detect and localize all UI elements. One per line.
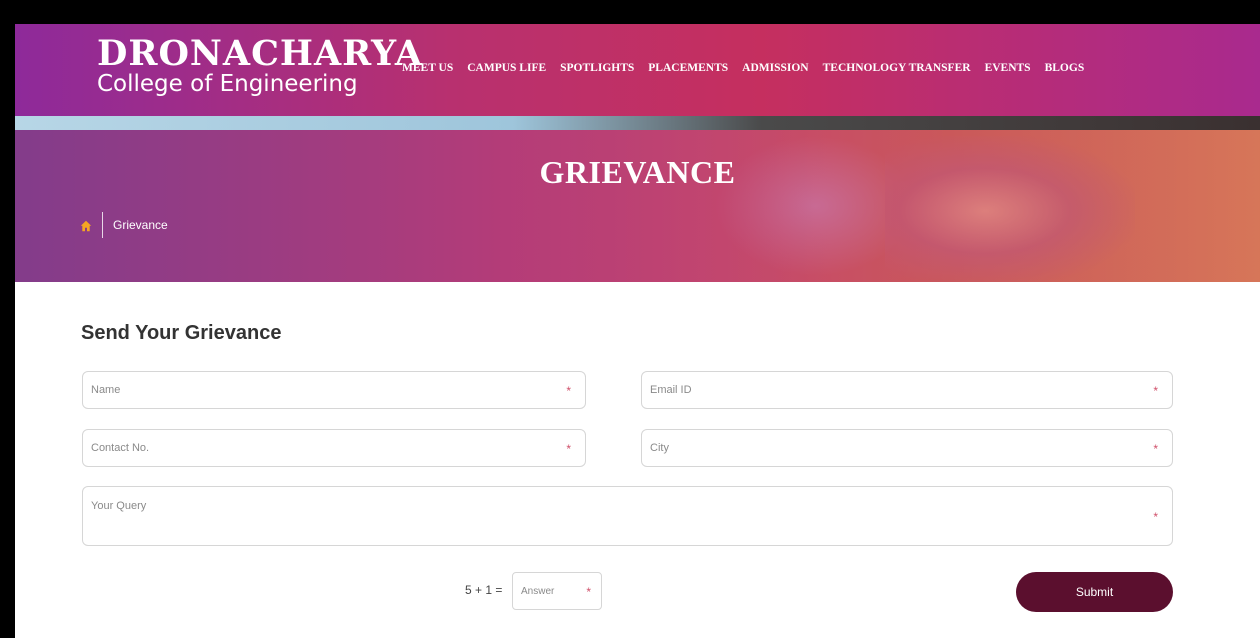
contact-field-wrapper: * xyxy=(82,429,586,467)
page-title: GRIEVANCE xyxy=(539,154,736,190)
captcha-field-wrapper: * xyxy=(512,572,602,610)
required-marker: * xyxy=(1153,442,1158,456)
query-input[interactable] xyxy=(83,487,1172,545)
required-marker: * xyxy=(1153,384,1158,398)
captcha-question: 5 + 1 = xyxy=(465,583,503,597)
page-banner: GRIEVANCE Grievance xyxy=(15,116,1260,282)
nav-item-campus-life[interactable]: CAMPUS LIFE xyxy=(467,62,546,74)
submit-button[interactable]: Submit xyxy=(1016,572,1173,612)
required-marker: * xyxy=(1153,510,1158,524)
query-field-wrapper: * xyxy=(82,486,1173,546)
required-marker: * xyxy=(586,585,591,599)
nav-item-spotlights[interactable]: SPOTLIGHTS xyxy=(560,62,634,74)
nav-item-technology-transfer[interactable]: TECHNOLOGY TRANSFER xyxy=(823,62,971,74)
name-input[interactable] xyxy=(83,372,585,408)
home-icon[interactable] xyxy=(80,219,92,232)
breadcrumb-divider xyxy=(102,212,103,238)
contact-input[interactable] xyxy=(83,430,585,466)
name-field-wrapper: * xyxy=(82,371,586,409)
main-nav: MEET US CAMPUS LIFE SPOTLIGHTS PLACEMENT… xyxy=(402,62,1084,74)
city-input[interactable] xyxy=(642,430,1172,466)
site-header: DRONACHARYA College of Engineering MEET … xyxy=(15,24,1260,116)
required-marker: * xyxy=(566,384,571,398)
email-input[interactable] xyxy=(642,372,1172,408)
nav-item-meet-us[interactable]: MEET US xyxy=(402,62,453,74)
city-field-wrapper: * xyxy=(641,429,1173,467)
page-frame: DRONACHARYA College of Engineering MEET … xyxy=(15,24,1260,638)
email-field-wrapper: * xyxy=(641,371,1173,409)
banner-photo-strip xyxy=(15,116,1260,130)
form-title: Send Your Grievance xyxy=(81,322,282,344)
nav-item-placements[interactable]: PLACEMENTS xyxy=(648,62,728,74)
banner-overlay xyxy=(15,130,1260,282)
required-marker: * xyxy=(566,442,571,456)
breadcrumb: Grievance xyxy=(80,212,168,238)
nav-item-admission[interactable]: ADMISSION xyxy=(742,62,808,74)
site-logo[interactable]: DRONACHARYA College of Engineering xyxy=(97,36,423,97)
nav-item-blogs[interactable]: BLOGS xyxy=(1045,62,1085,74)
nav-item-events[interactable]: EVENTS xyxy=(985,62,1031,74)
logo-sub-text: College of Engineering xyxy=(97,71,358,97)
logo-main-text: DRONACHARYA xyxy=(97,33,424,74)
breadcrumb-current: Grievance xyxy=(113,218,168,232)
